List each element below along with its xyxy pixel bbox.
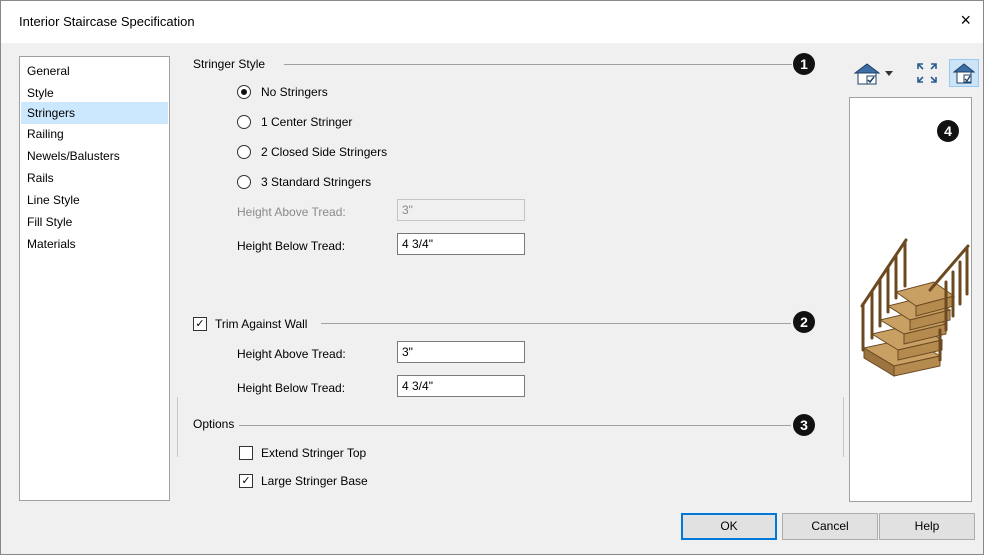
sidebar-item-railing[interactable]: Railing	[21, 123, 168, 145]
camera-view-icon[interactable]	[849, 59, 903, 87]
sidebar-item-general[interactable]: General	[21, 60, 168, 82]
checkmark-icon[interactable]: ✓	[239, 474, 253, 488]
sidebar-item-rails[interactable]: Rails	[21, 167, 168, 189]
radio-button[interactable]	[237, 115, 251, 129]
window-title: Interior Staircase Specification	[19, 14, 195, 29]
help-button[interactable]: Help	[879, 513, 975, 540]
stringer-style-divider	[284, 64, 792, 65]
category-list: General Style Stringers Railing Newels/B…	[19, 56, 170, 501]
checkbox-label: Extend Stringer Top	[261, 446, 367, 460]
trim-height-above-label: Height Above Tread:	[237, 347, 346, 361]
stringer-height-above-label: Height Above Tread:	[237, 205, 346, 219]
chevron-down-icon	[885, 71, 893, 76]
radio-label: 3 Standard Stringers	[261, 175, 372, 189]
ok-button[interactable]: OK	[681, 513, 777, 540]
checkmark-icon[interactable]: ✓	[193, 317, 207, 331]
callout-badge-3: 3	[793, 414, 815, 436]
sidebar-item-materials[interactable]: Materials	[21, 233, 168, 255]
sidebar-item-style[interactable]: Style	[21, 82, 168, 104]
radio-1-center-stringer[interactable]: 1 Center Stringer	[237, 113, 352, 131]
radio-3-standard-stringers[interactable]: 3 Standard Stringers	[237, 173, 371, 191]
fit-view-icon[interactable]	[913, 59, 941, 87]
extend-stringer-top-checkbox[interactable]: Extend Stringer Top	[239, 444, 366, 462]
radio-2-closed-side-stringers[interactable]: 2 Closed Side Stringers	[237, 143, 387, 161]
checkbox-label: Trim Against Wall	[215, 317, 308, 331]
title-bar: Interior Staircase Specification ×	[1, 1, 983, 43]
radio-label: 2 Closed Side Stringers	[261, 145, 388, 159]
cancel-button[interactable]: Cancel	[782, 513, 878, 540]
trim-divider	[321, 323, 791, 324]
sidebar-item-fill-style[interactable]: Fill Style	[21, 211, 168, 233]
checkbox-box[interactable]	[239, 446, 253, 460]
staircase-3d-image	[860, 238, 970, 377]
stringer-style-title: Stringer Style	[193, 57, 266, 71]
radio-button[interactable]	[237, 175, 251, 189]
callout-badge-1: 1	[793, 53, 815, 75]
trim-height-above-input[interactable]: 3"	[397, 341, 525, 363]
options-left-rule	[177, 397, 178, 457]
fit-view-button[interactable]	[913, 59, 941, 87]
sidebar-item-newels-balusters[interactable]: Newels/Balusters	[21, 145, 168, 167]
sidebar-item-stringers[interactable]: Stringers	[21, 102, 168, 124]
radio-label: 1 Center Stringer	[261, 115, 353, 129]
staircase-dialog: Interior Staircase Specification × Gener…	[0, 0, 984, 555]
stringer-height-above-input: 3"	[397, 199, 525, 221]
trim-against-wall-checkbox[interactable]: ✓ Trim Against Wall	[193, 315, 307, 333]
options-title: Options	[193, 417, 235, 431]
preview-toggle-button[interactable]	[949, 59, 979, 87]
trim-height-below-input[interactable]: 4 3/4"	[397, 375, 525, 397]
camera-view-dropdown[interactable]	[849, 59, 903, 87]
callout-badge-2: 2	[793, 311, 815, 333]
staircase-preview[interactable]: 4	[849, 97, 972, 502]
radio-no-stringers[interactable]: No Stringers	[237, 83, 328, 101]
options-right-rule	[843, 397, 844, 457]
large-stringer-base-checkbox[interactable]: ✓ Large Stringer Base	[239, 472, 368, 490]
stringer-height-below-input[interactable]: 4 3/4"	[397, 233, 525, 255]
stringer-height-below-label: Height Below Tread:	[237, 239, 346, 253]
sidebar-item-line-style[interactable]: Line Style	[21, 189, 168, 211]
radio-button[interactable]	[237, 145, 251, 159]
close-icon[interactable]: ×	[960, 11, 971, 29]
radio-button[interactable]	[237, 85, 251, 99]
checkbox-label: Large Stringer Base	[261, 474, 368, 488]
radio-label: No Stringers	[261, 85, 328, 99]
trim-height-below-label: Height Below Tread:	[237, 381, 346, 395]
preview-toggle-icon[interactable]	[950, 60, 978, 86]
options-divider	[239, 425, 791, 426]
